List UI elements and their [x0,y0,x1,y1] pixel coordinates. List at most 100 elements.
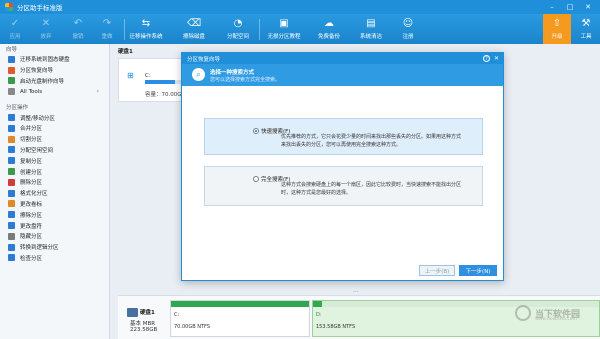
option-fast-search[interactable]: 快速搜索(F) 优先推荐的方式，它只会花费少量的时间来找出那些丢失的分区。如果用… [204,118,483,155]
partition-label: C: [174,312,180,318]
sidebar-item-create[interactable]: 创建分区 [0,166,109,177]
fast-search-desc-1: 优先推荐的方式，它只会花费少量的时间来找出那些丢失的分区。如果用这种方式 [281,134,462,140]
dialog-close-icon[interactable]: ✕ [492,54,501,63]
help-icon[interactable]: ? [483,55,490,62]
windows-icon: ⊞ [127,71,134,80]
toolbar-separator [259,19,260,40]
tutorial-button[interactable]: ▣ 无损分区教程 [262,14,306,44]
dialog-banner: ⌕ 选择一种搜索方式 您可以选择搜索方式完全搜索。 [182,64,503,86]
sidebar-item-all-tools[interactable]: All Tools › [0,86,109,97]
app-logo-icon [5,3,13,11]
partition-recovery-dialog: 分区恢复向导 ? ✕ ⌕ 选择一种搜索方式 您可以选择搜索方式完全搜索。 快速搜… [181,52,504,281]
sidebar-item-merge[interactable]: 合并分区 [0,123,109,134]
sidebar-item-convert-logical[interactable]: 转换到逻辑分区 [0,242,109,253]
full-search-desc-1: 这种方式会搜索硬盘上的每一个扇区，因此它比较费时，当快速搜索不能找出分区 [281,182,462,188]
banner-title: 选择一种搜索方式 [210,70,255,76]
sidebar-item-delete[interactable]: 删除分区 [0,177,109,188]
option-full-search[interactable]: 完全搜索(F) 这种方式会搜索硬盘上的每一个扇区，因此它比较费时，当快速搜索不能… [204,166,483,206]
prev-button[interactable]: 上一步(B) [419,265,455,276]
minimize-button[interactable]: – [544,0,560,14]
partition-label: D: [316,312,322,318]
sidebar-item-migrate-ssd[interactable]: 迁移系统到固态硬盘 [0,54,109,65]
discard-icon: ✕ [41,18,51,29]
full-search-desc-2: 时，这种方式是您最好的选择。 [281,189,352,196]
allocate-space-button[interactable]: ◔ 分配空间 [220,14,256,44]
redo-icon: ↷ [102,18,112,29]
disk-info[interactable]: 硬盘1 基本 MBR 223.58GB [118,300,168,336]
upgrade-icon: ⇧ [552,18,562,29]
partition-usage-bar [171,301,309,307]
undo-button[interactable]: ↶ 撤销 [64,14,92,44]
all-tools-icon [8,88,15,96]
allocate-space-icon: ◔ [233,18,243,29]
hard-disk-icon [127,308,138,317]
dialog-title-bar: 分区恢复向导 ? ✕ [182,53,503,64]
banner-subtitle: 您可以选择搜索方式完全搜索。 [210,77,281,83]
title-bar: 分区助手标准版 [0,0,600,14]
drive-letter: C: [145,73,151,79]
sidebar-item-boot-disk[interactable]: 启动光盘制作向导 [0,76,109,87]
watermark-logo-icon [515,305,531,321]
sidebar-item-resize[interactable]: 调整/移动分区 [0,112,109,123]
boot-disk-icon [8,77,15,85]
sidebar-item-copy[interactable]: 复制分区 [0,155,109,166]
copy-icon [8,157,15,165]
register-icon: ☺ [402,18,414,29]
migrate-os-icon: ⇆ [141,18,151,29]
fast-search-radio[interactable] [253,128,259,134]
close-button[interactable]: ✕ [580,0,596,14]
backup-button[interactable]: ☁ 免费备份 [312,14,346,44]
sidebar-item-split[interactable]: 切割分区 [0,134,109,145]
maximize-button[interactable]: □ [562,0,578,14]
disk-type: 基本 MBR [130,321,156,327]
create-icon [8,168,15,176]
migrate-os-button[interactable]: ⇆ 迁移操作系统 [126,14,166,44]
search-icon: ⌕ [192,68,205,81]
backup-icon: ☁ [324,18,334,29]
sidebar-item-check[interactable]: 检查分区 [0,253,109,264]
merge-icon [8,124,15,132]
apply-button[interactable]: ✓ 应用 [0,14,30,44]
wipe-icon [8,211,15,219]
partition-block-c[interactable]: C: 70.00GB NTFS [170,300,310,337]
redo-button[interactable]: ↷ 重做 [93,14,121,44]
resize-icon [8,114,15,122]
system-clean-button[interactable]: ▤ 系统清洁 [354,14,388,44]
sidebar-item-format[interactable]: 格式化分区 [0,188,109,199]
register-button[interactable]: ☺ 注册 [396,14,420,44]
migrate-ssd-icon [8,55,15,63]
full-search-radio[interactable] [253,176,259,182]
drive-letter-icon [8,222,15,230]
wipe-disk-icon: ⌫ [186,18,202,29]
sidebar-item-wipe[interactable]: 擦除分区 [0,209,109,220]
convert-icon [8,243,15,251]
chevron-right-icon: › [96,88,99,96]
format-icon [8,189,15,197]
discard-button[interactable]: ✕ 放弃 [32,14,60,44]
sidebar-item-change-label[interactable]: 更改卷标 [0,199,109,210]
sidebar-header-wizard: 向导 [6,47,18,53]
sidebar-item-partition-recovery[interactable]: 分区恢复向导 [0,65,109,76]
sidebar-item-allocate[interactable]: 分配空闲空间 [0,145,109,156]
partition-info: 153.58GB NTFS [316,324,356,330]
label-icon [8,200,15,208]
toolbar-separator [124,19,125,40]
partition-recovery-icon [8,66,15,74]
tools-button[interactable]: ⚒ 工具 [573,14,599,44]
watermark: 当下软件园 www.downxia.com [515,305,580,322]
tools-icon: ⚒ [581,18,591,29]
wipe-disk-button[interactable]: ⌫ 擦除磁盘 [176,14,212,44]
sidebar: 向导 迁移系统到固态硬盘 分区恢复向导 启动光盘制作向导 All Tools › … [0,44,110,339]
sidebar-item-hide[interactable]: 隐藏分区 [0,231,109,242]
split-icon [8,135,15,143]
watermark-url: www.downxia.com [535,317,577,322]
upgrade-button[interactable]: ⇧ 升级 [543,14,571,44]
check-icon [8,254,15,262]
system-clean-icon: ▤ [366,18,376,29]
dialog-title: 分区恢复向导 [187,56,221,63]
sidebar-item-change-letter[interactable]: 更改盘符 [0,220,109,231]
next-button[interactable]: 下一步(N) [459,265,497,276]
delete-icon [8,178,15,186]
partition-info: 70.00GB NTFS [174,324,210,330]
hide-icon [8,232,15,240]
